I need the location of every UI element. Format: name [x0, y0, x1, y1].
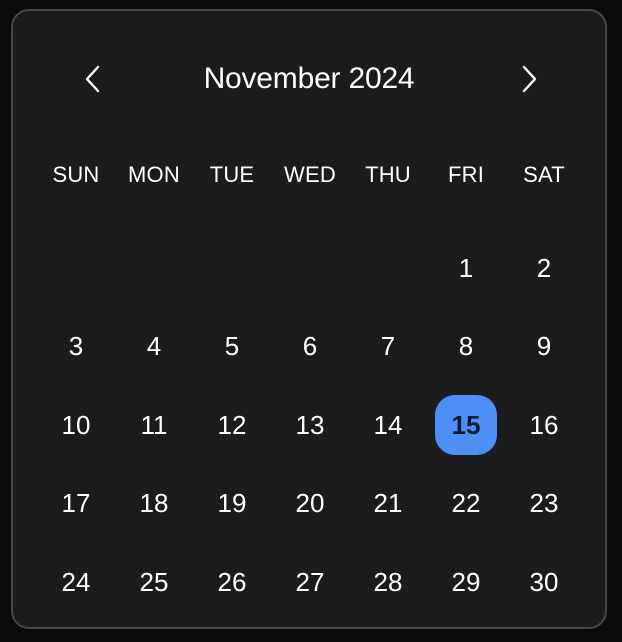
chevron-right-icon	[522, 65, 537, 93]
calendar: November 2024 SUN MON TUE WED THU FRI SA…	[11, 9, 607, 629]
day-cell[interactable]: 25	[115, 543, 193, 622]
day-number: 6	[302, 331, 318, 362]
weekday-mon: MON	[128, 162, 180, 187]
week-row: 3 4 5 6 7 8 9	[37, 308, 583, 387]
day-cell[interactable]: 27	[271, 543, 349, 622]
day-number: 13	[295, 409, 325, 440]
day-cell[interactable]: 6	[271, 308, 349, 387]
day-cell[interactable]: 20	[271, 465, 349, 544]
day-number: 27	[295, 566, 325, 597]
day-cell[interactable]: 2	[505, 229, 583, 308]
day-cell[interactable]: 22	[427, 465, 505, 544]
weekday-tue: TUE	[209, 162, 255, 187]
day-number: 10	[61, 409, 91, 440]
day-cell[interactable]: 17	[37, 465, 115, 544]
empty-day-cell	[37, 229, 115, 308]
day-number: 3	[68, 331, 84, 362]
weekday-sat: SAT	[523, 162, 565, 187]
empty-day-cell	[115, 229, 193, 308]
next-month-button[interactable]	[509, 59, 549, 99]
day-cell[interactable]: 23	[505, 465, 583, 544]
weekday-fri: FRI	[447, 162, 485, 187]
day-number: 21	[373, 488, 403, 519]
weekday-thu: THU	[365, 162, 411, 187]
day-cell[interactable]: 11	[115, 386, 193, 465]
day-cell[interactable]: 1	[427, 229, 505, 308]
week-row: 17 18 19 20 21 22 23	[37, 465, 583, 544]
day-number: 26	[217, 566, 247, 597]
day-number: 18	[139, 488, 169, 519]
empty-day-cell	[193, 229, 271, 308]
day-number: 11	[140, 409, 168, 440]
day-cell[interactable]: 28	[349, 543, 427, 622]
day-cell[interactable]: 10	[37, 386, 115, 465]
day-number: 17	[61, 488, 91, 519]
empty-day-cell	[271, 229, 349, 308]
day-number: 7	[380, 331, 396, 362]
day-number: 29	[451, 566, 481, 597]
day-number: 2	[536, 252, 552, 283]
week-row: 24 25 26 27 28 29 30	[37, 543, 583, 622]
selected-day-cell[interactable]: 15	[427, 386, 505, 465]
day-number: 9	[536, 331, 552, 362]
weekday-sun: SUN	[52, 162, 100, 187]
day-number: 28	[373, 566, 403, 597]
day-number: 5	[224, 331, 240, 362]
day-number: 8	[458, 331, 474, 362]
day-cell[interactable]: 5	[193, 308, 271, 387]
day-cell[interactable]: 26	[193, 543, 271, 622]
day-number: 12	[217, 409, 247, 440]
day-cell[interactable]: 29	[427, 543, 505, 622]
weekday-header-row: SUN MON TUE WED THU FRI SAT	[37, 151, 583, 199]
empty-day-cell	[349, 229, 427, 308]
day-number: 30	[529, 566, 559, 597]
weeks-container: 1 2 3 4 5 6 7 8 9 10 11 12 13 14 15 16 1…	[37, 229, 583, 622]
day-number: 24	[61, 566, 91, 597]
day-number: 16	[529, 409, 559, 440]
day-cell[interactable]: 7	[349, 308, 427, 387]
day-cell[interactable]: 19	[193, 465, 271, 544]
day-cell[interactable]: 9	[505, 308, 583, 387]
day-number: 22	[451, 488, 481, 519]
day-cell[interactable]: 24	[37, 543, 115, 622]
week-row: 10 11 12 13 14 15 16	[37, 386, 583, 465]
day-cell[interactable]: 3	[37, 308, 115, 387]
day-cell[interactable]: 8	[427, 308, 505, 387]
day-cell[interactable]: 21	[349, 465, 427, 544]
week-row: 1 2	[37, 229, 583, 308]
day-cell[interactable]: 4	[115, 308, 193, 387]
day-number: 14	[373, 409, 403, 440]
day-cell[interactable]: 13	[271, 386, 349, 465]
day-cell[interactable]: 16	[505, 386, 583, 465]
day-cell[interactable]: 14	[349, 386, 427, 465]
day-number: 20	[295, 488, 325, 519]
day-cell[interactable]: 18	[115, 465, 193, 544]
day-number: 4	[146, 331, 162, 362]
calendar-header: November 2024	[13, 11, 605, 147]
day-number: 1	[458, 252, 474, 283]
day-cell[interactable]: 12	[193, 386, 271, 465]
calendar-grid: SUN MON TUE WED THU FRI SAT 1 2 3 4 5 6	[37, 151, 583, 622]
selected-day-number: 15	[435, 395, 497, 456]
day-number: 19	[217, 488, 247, 519]
day-cell[interactable]: 30	[505, 543, 583, 622]
weekday-wed: WED	[284, 162, 336, 187]
day-number: 25	[139, 566, 169, 597]
day-number: 23	[529, 488, 559, 519]
